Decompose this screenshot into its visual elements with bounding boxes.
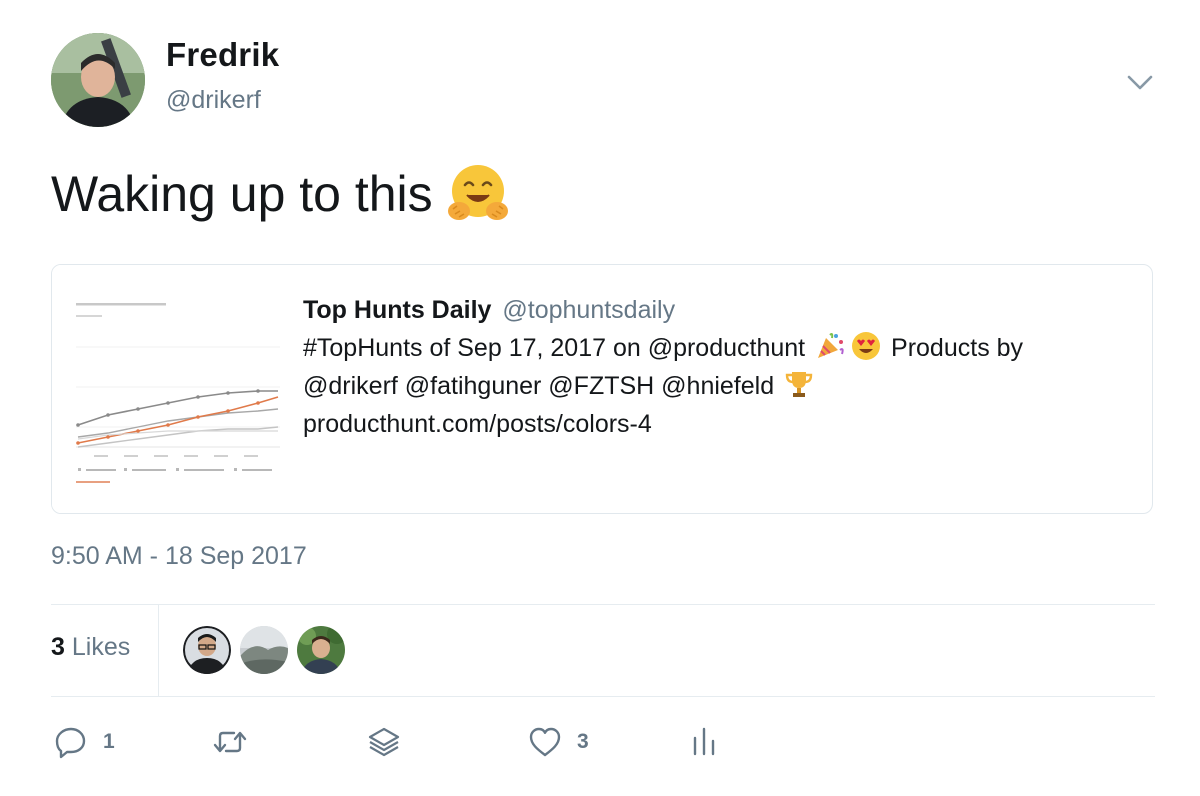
heart-icon: [529, 727, 561, 757]
likes-count[interactable]: 3 Likes: [51, 633, 130, 662]
divider-top: [51, 604, 1155, 605]
tweet-text: Waking up to this: [51, 163, 511, 231]
retweet-button[interactable]: [212, 722, 262, 762]
divider-bottom: [51, 696, 1155, 697]
likes-label: Likes: [71, 633, 131, 661]
quoted-author-handle[interactable]: @tophuntsdaily: [502, 296, 675, 324]
quoted-tweet-chart-thumbnail: [52, 265, 292, 513]
quoted-text-part2: Products by: [891, 334, 1024, 362]
party-popper-icon: [814, 330, 846, 362]
analytics-icon: [693, 727, 715, 756]
divider-vertical: [158, 604, 159, 696]
trophy-icon: [783, 368, 815, 400]
reply-count: 1: [103, 730, 115, 753]
liker-avatar-2[interactable]: [240, 626, 288, 674]
direct-message-button[interactable]: [366, 722, 402, 762]
like-count: 3: [577, 730, 589, 753]
retweet-icon: [213, 731, 247, 753]
quoted-tweet-header: Top Hunts Daily @tophuntsdaily: [303, 291, 1133, 329]
author-handle[interactable]: @drikerf: [166, 86, 261, 115]
tweet-timestamp[interactable]: 9:50 AM - 18 Sep 2017: [51, 542, 307, 571]
quoted-tweet-card[interactable]: Top Hunts Daily @tophuntsdaily #TopHunts…: [51, 264, 1153, 514]
quoted-link[interactable]: producthunt.com/posts/colors-4: [303, 410, 652, 438]
stack-icon: [368, 727, 400, 757]
tweet-text-content: Waking up to this: [51, 166, 433, 222]
reply-button[interactable]: 1: [53, 722, 115, 762]
author-avatar[interactable]: [51, 33, 145, 127]
quoted-text-mentions[interactable]: @drikerf @fatihguner @FZTSH @hniefeld: [303, 372, 774, 400]
hugging-face-icon: [445, 161, 511, 227]
liker-avatar-1[interactable]: [183, 626, 231, 674]
chevron-down-icon[interactable]: [1124, 68, 1156, 96]
quoted-text-part1: #TopHunts of Sep 17, 2017 on @producthun…: [303, 334, 806, 362]
quoted-author-name[interactable]: Top Hunts Daily: [303, 296, 491, 324]
likes-number: 3: [51, 633, 65, 661]
like-button[interactable]: 3: [527, 722, 589, 762]
quoted-tweet-text: #TopHunts of Sep 17, 2017 on @producthun…: [303, 329, 1133, 443]
analytics-button[interactable]: [686, 722, 722, 762]
liker-avatar-3[interactable]: [297, 626, 345, 674]
quoted-tweet-body: Top Hunts Daily @tophuntsdaily #TopHunts…: [303, 291, 1133, 443]
heart-eyes-icon: [850, 330, 882, 362]
reply-icon: [55, 727, 86, 759]
author-name[interactable]: Fredrik: [166, 36, 279, 74]
